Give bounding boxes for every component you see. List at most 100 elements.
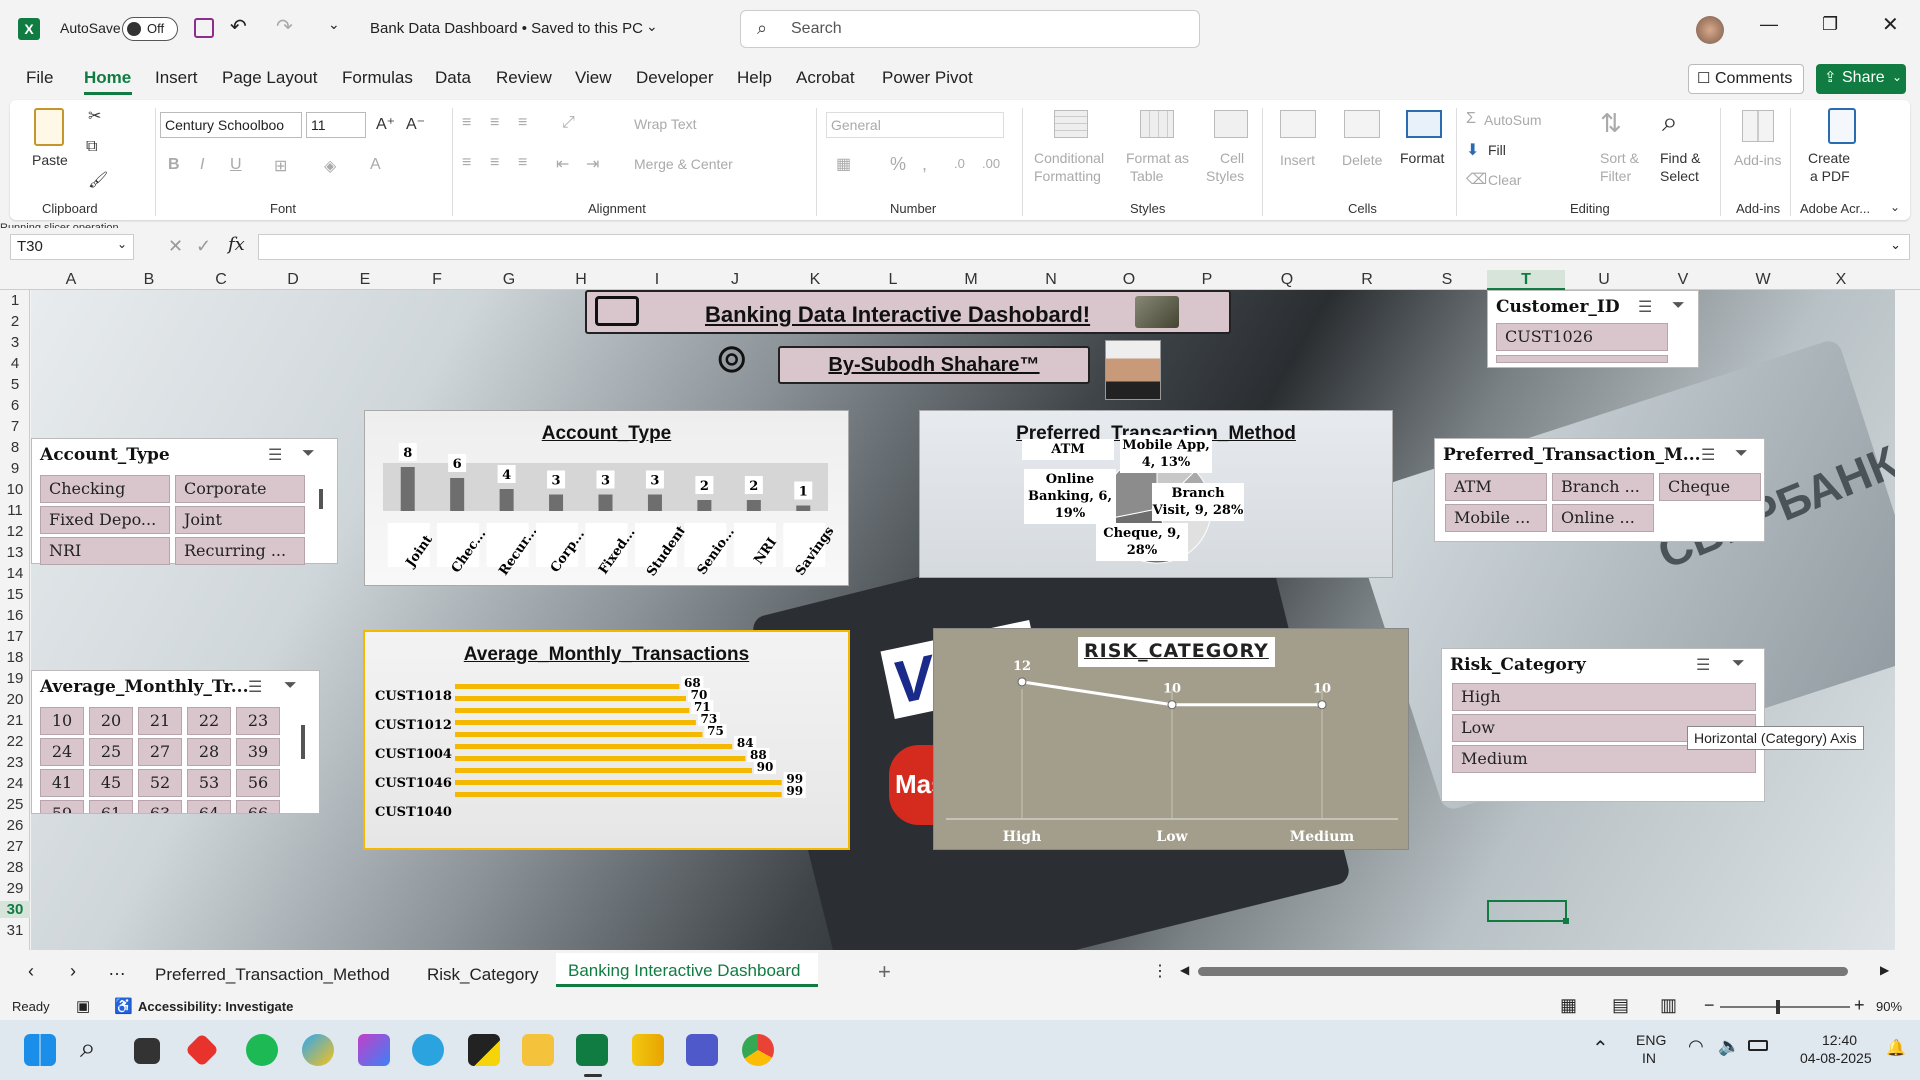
slicer-item[interactable]: 66 bbox=[236, 800, 280, 813]
format-cells-button[interactable]: Format bbox=[1400, 150, 1444, 166]
windows-start-icon[interactable] bbox=[24, 1034, 56, 1066]
slicer-item[interactable]: 63 bbox=[138, 800, 182, 813]
slicer-item[interactable]: 61 bbox=[89, 800, 133, 813]
conditional-formatting-button[interactable]: Conditional bbox=[1034, 150, 1104, 166]
align-bottom-icon[interactable]: ≡ bbox=[518, 114, 527, 132]
slicer-item[interactable]: 10 bbox=[40, 707, 84, 735]
column-header-selected[interactable]: T bbox=[1487, 270, 1565, 290]
conditional-formatting-icon[interactable] bbox=[1054, 110, 1088, 138]
row-header[interactable]: 13 bbox=[0, 544, 30, 561]
row-header-selected[interactable]: 30 bbox=[0, 901, 30, 918]
column-header[interactable]: K bbox=[775, 270, 855, 290]
multi-select-icon[interactable]: ☰ bbox=[1696, 655, 1710, 675]
save-icon[interactable] bbox=[194, 18, 214, 38]
column-header[interactable]: H bbox=[543, 270, 619, 290]
sheet-tab[interactable]: Risk_Category bbox=[427, 965, 539, 985]
font-color-icon[interactable]: A bbox=[370, 156, 381, 174]
customize-qat-icon[interactable]: ⌄ bbox=[328, 16, 340, 33]
language-indicator[interactable]: ENG bbox=[1636, 1032, 1666, 1048]
column-header[interactable]: N bbox=[1011, 270, 1091, 290]
sort-filter-icon[interactable]: ⇅ bbox=[1600, 108, 1622, 139]
row-header[interactable]: 5 bbox=[0, 376, 30, 393]
slicer-item[interactable]: Fixed Depo... bbox=[40, 506, 170, 534]
row-header[interactable]: 1 bbox=[0, 292, 30, 309]
row-header[interactable]: 3 bbox=[0, 334, 30, 351]
clear-button[interactable]: Clear bbox=[1488, 172, 1521, 188]
app-icon[interactable] bbox=[185, 1033, 219, 1067]
find-select-button[interactable]: Find & bbox=[1660, 150, 1700, 166]
row-header[interactable]: 17 bbox=[0, 628, 30, 645]
row-header[interactable]: 19 bbox=[0, 670, 30, 687]
row-header[interactable]: 15 bbox=[0, 586, 30, 603]
column-header[interactable]: C bbox=[187, 270, 255, 290]
clock-time[interactable]: 12:40 bbox=[1822, 1032, 1857, 1048]
row-header[interactable]: 6 bbox=[0, 397, 30, 414]
macro-record-icon[interactable]: ▣ bbox=[76, 997, 90, 1015]
formula-input[interactable]: ⌄ bbox=[258, 234, 1910, 260]
slicer-item[interactable]: ATM bbox=[1445, 473, 1547, 501]
row-header[interactable]: 21 bbox=[0, 712, 30, 729]
zoom-out-icon[interactable]: − bbox=[1704, 995, 1715, 1016]
normal-view-icon[interactable]: ▦ bbox=[1560, 995, 1577, 1016]
menu-help[interactable]: Help bbox=[737, 68, 772, 88]
column-header[interactable]: V bbox=[1643, 270, 1723, 290]
slicer-item[interactable]: 59 bbox=[40, 800, 84, 813]
increase-decimal-icon[interactable]: .0 bbox=[954, 156, 965, 171]
borders-icon[interactable]: ⊞ bbox=[274, 156, 287, 176]
decrease-decimal-icon[interactable]: .00 bbox=[982, 156, 1000, 171]
confirm-entry-icon[interactable]: ✓ bbox=[196, 236, 211, 257]
app-icon[interactable] bbox=[302, 1034, 334, 1066]
row-header[interactable]: 26 bbox=[0, 817, 30, 834]
zoom-in-icon[interactable]: + bbox=[1854, 995, 1865, 1016]
minimize-icon[interactable]: — bbox=[1760, 14, 1778, 35]
column-header[interactable]: X bbox=[1803, 270, 1879, 290]
format-as-table-icon[interactable] bbox=[1140, 110, 1174, 138]
autosave-toggle[interactable]: Off bbox=[122, 17, 178, 41]
align-middle-icon[interactable]: ≡ bbox=[490, 114, 499, 132]
slicer-item[interactable]: Online ... bbox=[1552, 504, 1654, 532]
slicer-item[interactable]: Mobile ... bbox=[1445, 504, 1547, 532]
row-header[interactable]: 12 bbox=[0, 523, 30, 540]
show-hidden-icons-icon[interactable]: ⌃ bbox=[1592, 1036, 1609, 1061]
column-header[interactable]: S bbox=[1407, 270, 1487, 290]
menu-review[interactable]: Review bbox=[496, 68, 552, 88]
increase-indent-icon[interactable]: ⇥ bbox=[586, 154, 599, 174]
clear-filter-icon[interactable]: ⏷ bbox=[1672, 297, 1685, 315]
row-header[interactable]: 8 bbox=[0, 439, 30, 456]
menu-insert[interactable]: Insert bbox=[155, 68, 198, 88]
align-top-icon[interactable]: ≡ bbox=[462, 114, 471, 132]
format-as-table-button[interactable]: Format as bbox=[1126, 150, 1189, 166]
zoom-slider[interactable] bbox=[1720, 1000, 1850, 1014]
file-explorer-icon[interactable] bbox=[522, 1034, 554, 1066]
slicer-item[interactable]: 22 bbox=[187, 707, 231, 735]
share-button[interactable]: ⇪ Share ⌄ bbox=[1816, 64, 1906, 94]
prev-sheet-icon[interactable]: ‹ bbox=[28, 961, 34, 982]
more-sheets-icon[interactable]: … bbox=[108, 959, 126, 980]
increase-font-icon[interactable]: A⁺ bbox=[376, 114, 395, 134]
clear-filter-icon[interactable]: ⏷ bbox=[302, 445, 315, 463]
italic-icon[interactable]: I bbox=[200, 156, 204, 174]
slicer-item[interactable]: Recurring ... bbox=[175, 537, 305, 565]
row-header[interactable]: 20 bbox=[0, 691, 30, 708]
slicer-item[interactable]: Joint bbox=[175, 506, 305, 534]
underline-icon[interactable]: U bbox=[230, 156, 242, 174]
search-box[interactable]: ⌕ Search bbox=[740, 10, 1200, 48]
excel-taskbar-icon[interactable] bbox=[576, 1034, 608, 1066]
create-pdf-button[interactable]: Create bbox=[1808, 150, 1850, 166]
addins-icon[interactable] bbox=[1742, 110, 1774, 142]
accessibility-status[interactable]: Accessibility: Investigate bbox=[138, 999, 293, 1014]
slicer-item-partial[interactable] bbox=[1496, 355, 1668, 363]
paste-icon[interactable] bbox=[34, 108, 64, 146]
cell-styles-icon[interactable] bbox=[1214, 110, 1248, 138]
insert-function-icon[interactable]: fx bbox=[228, 234, 245, 255]
copy-icon[interactable]: ⧉ bbox=[86, 138, 97, 156]
row-header[interactable]: 16 bbox=[0, 607, 30, 624]
comments-button[interactable]: ☐ Comments bbox=[1688, 64, 1804, 94]
paste-button[interactable]: Paste bbox=[32, 152, 68, 168]
cut-icon[interactable]: ✂ bbox=[88, 106, 101, 126]
sheet-tab[interactable]: Preferred_Transaction_Method bbox=[155, 965, 390, 985]
multi-select-icon[interactable]: ☰ bbox=[1701, 445, 1715, 465]
search-icon[interactable]: ⌕ bbox=[80, 1032, 96, 1065]
row-header[interactable]: 10 bbox=[0, 481, 30, 498]
battery-icon[interactable] bbox=[1748, 1040, 1768, 1051]
